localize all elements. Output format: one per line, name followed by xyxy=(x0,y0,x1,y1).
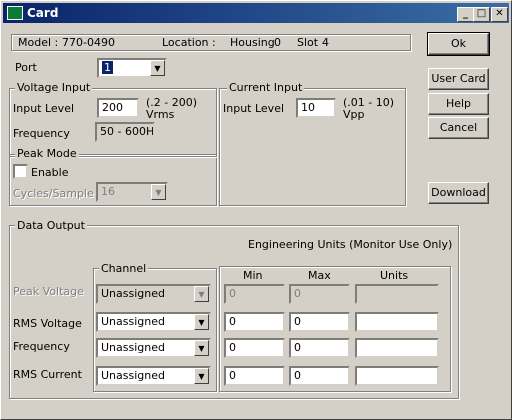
chevron-down-icon[interactable]: ▼ xyxy=(150,60,165,76)
min-field-frequency[interactable]: 0 xyxy=(224,338,285,358)
ok-button[interactable]: Ok xyxy=(427,32,490,56)
cancel-button[interactable]: Cancel xyxy=(428,117,489,139)
max-field-rms-voltage[interactable]: 0 xyxy=(289,312,350,332)
slot-value: 4 xyxy=(322,36,329,49)
channel-value: Unassigned xyxy=(101,287,165,300)
chevron-down-icon[interactable]: ▼ xyxy=(194,286,209,302)
cycles-sample-value: 16 xyxy=(101,185,115,198)
max-field-peak-voltage[interactable]: 0 xyxy=(289,284,350,304)
row-label-rms-voltage: RMS Voltage xyxy=(13,317,82,330)
cycles-sample-label: Cycles/Sample xyxy=(13,187,94,200)
min-field-rms-current[interactable]: 0 xyxy=(224,366,285,386)
model-label: Model : xyxy=(18,36,59,49)
units-field-rms-current[interactable] xyxy=(355,366,439,386)
units-field-frequency[interactable] xyxy=(355,338,439,358)
channel-value: Unassigned xyxy=(101,341,165,354)
app-icon xyxy=(7,6,23,20)
col-units-header: Units xyxy=(380,269,409,282)
title-bar[interactable]: Card _ □ ✕ xyxy=(3,3,509,23)
voltage-input-level-label: Input Level xyxy=(13,102,75,115)
channel-select-rms-current[interactable]: Unassigned ▼ xyxy=(96,366,211,386)
row-label-rms-current: RMS Current xyxy=(13,368,82,381)
max-field-rms-current[interactable]: 0 xyxy=(289,366,350,386)
peak-mode-title: Peak Mode xyxy=(15,147,79,160)
cycles-sample-select[interactable]: 16 ▼ xyxy=(96,182,168,202)
channel-value: Unassigned xyxy=(101,369,165,382)
row-label-frequency: Frequency xyxy=(13,340,70,353)
channel-select-peak-voltage[interactable]: Unassigned ▼ xyxy=(96,284,211,304)
col-max-header: Max xyxy=(308,269,331,282)
chevron-down-icon[interactable]: ▼ xyxy=(194,314,209,330)
frequency-field: 50 - 600Hz xyxy=(95,122,155,142)
data-output-title: Data Output xyxy=(15,219,87,232)
units-field-rms-voltage[interactable] xyxy=(355,312,439,332)
channel-select-rms-voltage[interactable]: Unassigned ▼ xyxy=(96,312,211,332)
download-button[interactable]: Download xyxy=(428,182,489,204)
min-field-rms-voltage[interactable]: 0 xyxy=(224,312,285,332)
location-number: 0 xyxy=(274,36,281,49)
info-bar: Model : 770-0490 Location : Housing 0 Sl… xyxy=(11,34,411,51)
voltage-input-title: Voltage Input xyxy=(15,81,93,94)
location-value: Housing xyxy=(230,36,275,49)
engineering-units-header: Engineering Units (Monitor Use Only) xyxy=(248,238,453,251)
frequency-label: Frequency xyxy=(13,127,70,140)
window-title: Card xyxy=(27,6,59,20)
units-field-peak-voltage[interactable] xyxy=(355,284,439,304)
chevron-down-icon[interactable]: ▼ xyxy=(151,184,166,200)
close-button[interactable]: ✕ xyxy=(491,7,508,22)
current-input-level-label: Input Level xyxy=(223,102,285,115)
chevron-down-icon[interactable]: ▼ xyxy=(194,368,209,384)
enable-checkbox[interactable] xyxy=(13,164,28,179)
col-min-header: Min xyxy=(243,269,263,282)
channel-value: Unassigned xyxy=(101,315,165,328)
maximize-button[interactable]: □ xyxy=(473,7,490,22)
row-label-peak-voltage: Peak Voltage xyxy=(13,285,84,298)
chevron-down-icon[interactable]: ▼ xyxy=(194,340,209,356)
model-value: 770-0490 xyxy=(62,36,115,49)
min-field-peak-voltage[interactable]: 0 xyxy=(224,284,285,304)
minimize-button[interactable]: _ xyxy=(457,7,474,22)
slot-label: Slot xyxy=(297,36,319,49)
card-dialog: Card _ □ ✕ Model : 770-0490 Location : H… xyxy=(0,0,512,420)
help-button[interactable]: Help xyxy=(428,93,489,115)
port-select[interactable]: 1 ▼ xyxy=(97,58,167,78)
current-input-title: Current Input xyxy=(227,81,305,94)
channel-select-frequency[interactable]: Unassigned ▼ xyxy=(96,338,211,358)
channel-header: Channel xyxy=(99,262,149,275)
port-value: 1 xyxy=(102,61,113,74)
current-unit: Vpp xyxy=(343,108,365,121)
location-label: Location : xyxy=(162,36,216,49)
voltage-unit: Vrms xyxy=(146,108,175,121)
voltage-input-level-field[interactable]: 200 xyxy=(97,98,139,118)
port-label: Port xyxy=(15,61,37,74)
enable-label: Enable xyxy=(31,166,69,179)
current-input-level-field[interactable]: 10 xyxy=(296,98,336,118)
max-field-frequency[interactable]: 0 xyxy=(289,338,350,358)
user-card-button[interactable]: User Card xyxy=(428,68,489,90)
